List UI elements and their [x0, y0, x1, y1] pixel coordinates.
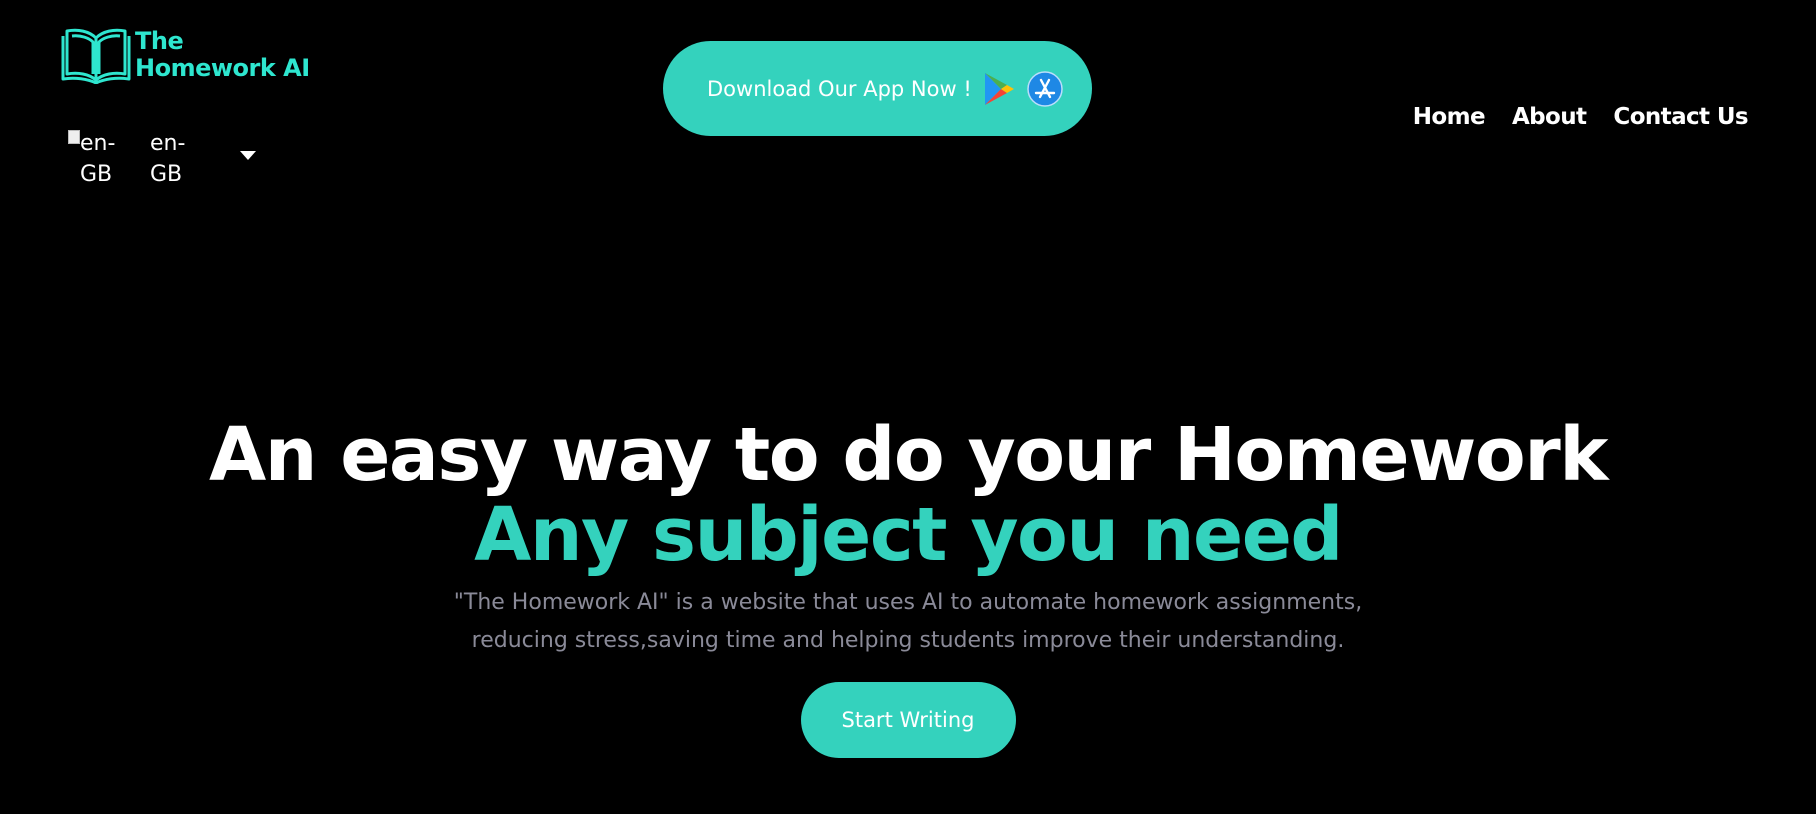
language-flag-image: en-GB	[68, 128, 138, 190]
start-writing-button[interactable]: Start Writing	[800, 682, 1016, 758]
language-code: en-GB	[150, 131, 186, 187]
hero-title: An easy way to do your Homework	[209, 412, 1608, 498]
hero-description-line1: "The Homework AI" is a website that uses…	[453, 590, 1363, 615]
open-book-icon	[61, 28, 131, 84]
app-store-icon[interactable]	[1027, 70, 1063, 107]
caret-down-icon[interactable]	[240, 151, 256, 160]
brand-name-line1: The	[135, 27, 184, 55]
brand-logo[interactable]: The Homework AI	[61, 26, 310, 84]
page: The Homework AI en-GB en-GB Download Our…	[0, 0, 1816, 814]
google-play-icon[interactable]	[983, 72, 1015, 106]
nav-contact-us[interactable]: Contact Us	[1613, 104, 1748, 130]
main-nav: Home About Contact Us	[1413, 104, 1749, 130]
hero-subtitle: Any subject you need	[474, 492, 1343, 578]
brand-name-line2: Homework AI	[135, 54, 310, 82]
download-app-button[interactable]: Download Our App Now !	[663, 41, 1092, 136]
hero-description-line2: reducing stress,saving time and helping …	[471, 628, 1345, 653]
nav-home[interactable]: Home	[1413, 104, 1486, 130]
broken-image-icon	[68, 130, 80, 144]
hero-section: An easy way to do your Homework Any subj…	[0, 412, 1816, 758]
language-selector[interactable]: en-GB en-GB	[68, 128, 256, 190]
download-app-label: Download Our App Now !	[707, 76, 972, 101]
nav-about[interactable]: About	[1512, 104, 1587, 130]
brand-name: The Homework AI	[135, 28, 310, 82]
hero-description: "The Homework AI" is a website that uses…	[428, 584, 1388, 660]
